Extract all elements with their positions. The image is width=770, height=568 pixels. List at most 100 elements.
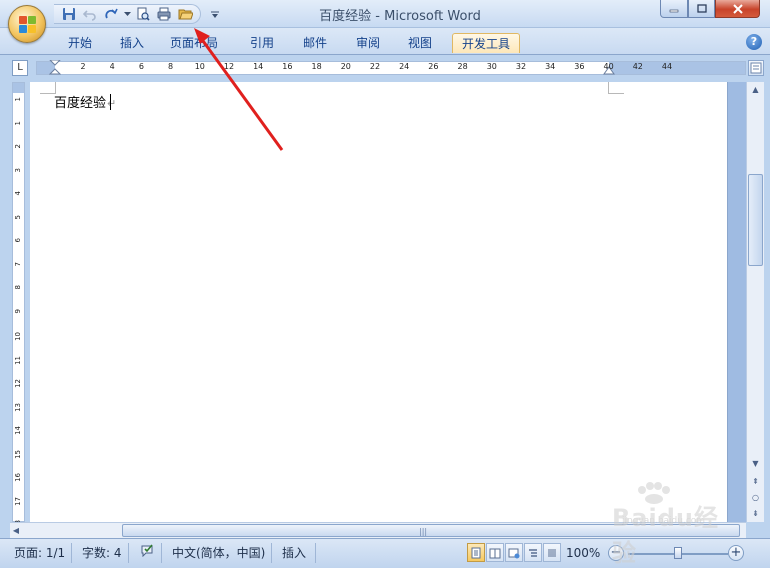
- save-button[interactable]: [60, 5, 78, 23]
- ruler-number: 4: [109, 62, 115, 71]
- customize-qat-button[interactable]: [210, 8, 222, 20]
- document-area[interactable]: 百度经验↵: [30, 82, 746, 522]
- spell-check-icon: [141, 544, 153, 558]
- scroll-down-button[interactable]: ▼: [748, 456, 763, 471]
- undo-button[interactable]: [81, 5, 99, 23]
- minimize-button[interactable]: [660, 0, 688, 18]
- maximize-button[interactable]: [688, 0, 715, 18]
- vertical-scroll-thumb[interactable]: [748, 174, 763, 266]
- tab-view[interactable]: 视图: [398, 33, 442, 53]
- draft-icon: [548, 549, 556, 556]
- indent-marker-icon[interactable]: [49, 60, 61, 76]
- document-page[interactable]: 百度经验↵: [30, 82, 728, 522]
- open-button[interactable]: [176, 5, 194, 23]
- status-page[interactable]: 页面: 1/1: [8, 543, 73, 563]
- print-layout-view-button[interactable]: [467, 543, 485, 562]
- zoom-level[interactable]: 100%: [566, 543, 600, 563]
- tab-review[interactable]: 审阅: [346, 33, 390, 53]
- ruler-number: 40: [603, 62, 614, 71]
- ruler-number: 17: [14, 496, 22, 506]
- view-buttons: [467, 543, 562, 563]
- tab-insert[interactable]: 插入: [110, 33, 154, 53]
- redo-dropdown[interactable]: [123, 5, 131, 23]
- vertical-ruler[interactable]: 1123456789101112131415161718: [12, 82, 25, 529]
- tab-home[interactable]: 开始: [58, 33, 102, 53]
- draft-view-button[interactable]: [543, 543, 561, 562]
- proofing-status[interactable]: [134, 543, 162, 563]
- ruler-row: L 2 4 6 8 10 12 14 16 18 20 22 24 26 28 30 32 34 36 40 42 44: [0, 55, 770, 80]
- ruler-number: 7: [14, 261, 22, 266]
- web-layout-button[interactable]: [505, 543, 523, 562]
- print-preview-icon: [137, 7, 150, 21]
- chevron-down-icon: [123, 11, 131, 16]
- full-screen-reading-button[interactable]: [486, 543, 504, 562]
- ruler-number: 30: [486, 62, 497, 71]
- scroll-grip-icon: |||: [419, 527, 428, 536]
- ruler-right-margin: [609, 62, 745, 74]
- reading-icon: [489, 548, 501, 558]
- tab-stop-selector[interactable]: L: [12, 60, 28, 76]
- horizontal-ruler[interactable]: 2 4 6 8 10 12 14 16 18 20 22 24 26 28 30 32 34 36 40 42 44: [36, 60, 746, 76]
- outline-view-button[interactable]: [524, 543, 542, 562]
- chevron-down-icon: [211, 11, 219, 18]
- close-button[interactable]: [715, 0, 760, 18]
- tab-mailings[interactable]: 邮件: [293, 33, 337, 53]
- ribbon-tab-bar: 开始 插入 页面布局 引用 邮件 审阅 视图 开发工具 ?: [0, 28, 770, 55]
- title-bar: 百度经验 - Microsoft Word: [0, 0, 770, 28]
- redo-button[interactable]: [102, 5, 120, 23]
- ruler-number: 16: [282, 62, 293, 71]
- office-button[interactable]: [8, 5, 46, 43]
- view-ruler-button[interactable]: [748, 60, 764, 76]
- margin-corner: [608, 82, 624, 94]
- ruler-number: 44: [661, 62, 673, 71]
- ruler-number: 14: [253, 62, 264, 71]
- ruler-number: 2: [14, 144, 22, 149]
- document-text[interactable]: 百度经验↵: [54, 92, 116, 111]
- scroll-up-button[interactable]: ▲: [748, 82, 763, 97]
- baidu-watermark: Baidu经验 jingyan.baidu.com: [592, 482, 742, 567]
- status-language[interactable]: 中文(简体，中国): [166, 543, 273, 563]
- ruler-number: 2: [80, 62, 86, 71]
- outline-icon: [529, 548, 537, 557]
- ruler-number: 11: [14, 355, 22, 365]
- ruler-number: 6: [14, 238, 22, 243]
- ruler-number: 34: [545, 62, 556, 71]
- minimize-icon: [669, 9, 679, 12]
- watermark-text: Baidu经验: [612, 504, 719, 567]
- ruler-number: 24: [399, 62, 410, 71]
- ruler-number: 32: [515, 62, 527, 71]
- ruler-number: 8: [14, 285, 22, 290]
- office-logo-icon: [19, 16, 37, 34]
- window-title: 百度经验 - Microsoft Word: [319, 9, 481, 24]
- ruler-number: 12: [14, 379, 22, 388]
- print-button[interactable]: [155, 5, 173, 23]
- ruler-number: 13: [14, 402, 22, 412]
- ruler-number: 16: [14, 473, 22, 482]
- ruler-number: 5: [14, 214, 22, 219]
- watermark-url: jingyan.baidu.com: [622, 516, 706, 526]
- ruler-number: 15: [14, 449, 22, 459]
- next-page-button[interactable]: ⇟: [748, 506, 763, 521]
- ruler-number: 10: [194, 62, 205, 71]
- help-button[interactable]: ?: [746, 34, 762, 50]
- tab-page-layout[interactable]: 页面布局: [163, 33, 225, 53]
- status-word-count[interactable]: 字数: 4: [76, 543, 129, 563]
- vertical-scrollbar[interactable]: ▲ ▼ ⇞ ○ ⇟: [746, 82, 764, 522]
- ruler-number: 3: [14, 167, 22, 172]
- select-browse-object-button[interactable]: ○: [748, 490, 763, 505]
- ruler-number: 12: [223, 62, 235, 71]
- paragraph-mark: ↵: [107, 97, 117, 110]
- print-preview-button[interactable]: [134, 5, 152, 23]
- ruler-number: 18: [311, 62, 322, 71]
- tab-developer[interactable]: 开发工具: [452, 33, 520, 53]
- status-insert-mode[interactable]: 插入: [276, 543, 316, 563]
- tab-references[interactable]: 引用: [240, 33, 284, 53]
- ruler-number: 36: [574, 62, 585, 71]
- text-caret: [110, 94, 112, 110]
- scroll-left-button[interactable]: ◀: [10, 523, 22, 538]
- quick-access-toolbar: [54, 4, 201, 24]
- ruler-number: 22: [369, 62, 381, 71]
- previous-page-button[interactable]: ⇞: [748, 474, 763, 489]
- redo-icon: [105, 8, 118, 19]
- print-layout-icon: [471, 547, 481, 558]
